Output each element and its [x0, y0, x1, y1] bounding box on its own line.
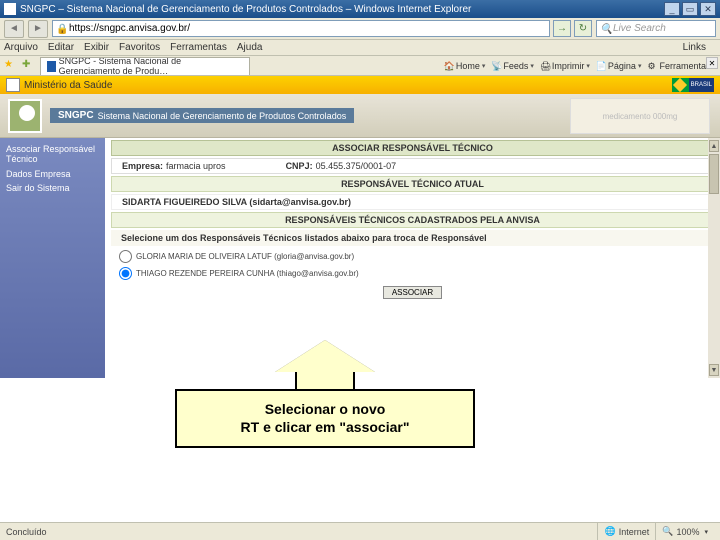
banner-artwork: medicamento 000mg: [570, 98, 710, 134]
page-icon: 📄: [596, 61, 606, 71]
command-bar: 🏠Home▾ 📡Feeds▾ 🖨Imprimir▾ 📄Página▾ ⚙Ferr…: [444, 61, 716, 71]
go-button[interactable]: →: [553, 20, 571, 37]
rt-cadastrados-header: RESPONSÁVEIS TÉCNICOS CADASTRADOS PELA A…: [111, 212, 714, 228]
tab-favicon-icon: [47, 61, 56, 72]
annotation-callout: Selecionar o novo RT e clicar em "associ…: [175, 340, 475, 448]
scroll-down-icon[interactable]: ▼: [709, 364, 719, 376]
window-title: SNGPC – Sistema Nacional de Gerenciament…: [20, 4, 471, 15]
scroll-thumb[interactable]: [709, 154, 719, 194]
sngpc-logo-icon: [8, 99, 42, 133]
app-banner: SNGPC Sistema Nacional de Gerenciamento …: [0, 94, 720, 138]
gov-header: Ministério da Saúde BRASIL: [0, 76, 720, 94]
rt-atual-value: SIDARTA FIGUEIREDO SILVA (sidarta@anvisa…: [111, 194, 714, 210]
lock-icon: 🔒: [56, 24, 66, 34]
scroll-up-icon[interactable]: ▲: [709, 140, 719, 152]
ie-icon: [4, 3, 16, 15]
cmd-page[interactable]: 📄Página▾: [596, 61, 642, 71]
cmd-home[interactable]: 🏠Home▾: [444, 61, 486, 71]
maximize-button[interactable]: ▭: [682, 2, 698, 16]
gov-logo-icon: [6, 78, 20, 92]
menu-ajuda[interactable]: Ajuda: [237, 42, 263, 53]
favorites-star-icon[interactable]: ★: [4, 59, 18, 73]
zoom-icon: 🔍: [662, 526, 673, 537]
arrow-up-icon: [275, 340, 375, 372]
instruction-text: Selecione um dos Responsáveis Técnicos l…: [111, 230, 714, 246]
tab-sngpc[interactable]: SNGPC - Sistema Nacional de Gerenciament…: [40, 57, 250, 75]
add-favorites-icon[interactable]: ✚: [22, 59, 36, 73]
rt-option-0[interactable]: GLORIA MARIA DE OLIVEIRA LATUF (gloria@a…: [105, 248, 720, 265]
menu-bar: Arquivo Editar Exibir Favoritos Ferramen…: [0, 40, 720, 56]
menu-editar[interactable]: Editar: [48, 42, 74, 53]
app-brand: SNGPC Sistema Nacional de Gerenciamento …: [50, 108, 354, 123]
address-input[interactable]: 🔒 https://sngpc.anvisa.gov.br/: [52, 20, 550, 37]
sidebar-item-associar-rt[interactable]: Associar Responsável Técnico: [0, 142, 105, 167]
refresh-button[interactable]: ↻: [574, 20, 592, 37]
forward-button[interactable]: ►: [28, 20, 48, 38]
sidebar-item-sair[interactable]: Sair do Sistema: [0, 181, 105, 195]
menu-arquivo[interactable]: Arquivo: [4, 42, 38, 53]
cmd-print[interactable]: 🖨Imprimir▾: [540, 61, 590, 71]
menu-favoritos[interactable]: Favoritos: [119, 42, 160, 53]
sidebar-item-dados-empresa[interactable]: Dados Empresa: [0, 167, 105, 181]
status-bar: Concluído 🌐 Internet 🔍 100%▾: [0, 522, 720, 540]
rt-radio-1[interactable]: [119, 267, 132, 280]
window-titlebar: SNGPC – Sistema Nacional de Gerenciament…: [0, 0, 720, 18]
tab-row: ★ ✚ SNGPC - Sistema Nacional de Gerencia…: [0, 56, 720, 76]
feeds-icon: 📡: [491, 61, 501, 71]
menu-ferramentas[interactable]: Ferramentas: [170, 42, 227, 53]
address-toolbar: ◄ ► 🔒 https://sngpc.anvisa.gov.br/ → ↻ 🔍…: [0, 18, 720, 40]
status-zoom[interactable]: 🔍 100%▾: [655, 523, 714, 540]
search-input[interactable]: 🔍 Live Search: [596, 20, 716, 37]
brasil-flag-icon: BRASIL: [672, 78, 714, 92]
cmd-feeds[interactable]: 📡Feeds▾: [491, 61, 534, 71]
ministry-label: Ministério da Saúde: [24, 80, 112, 91]
rt-option-1[interactable]: THIAGO REZENDE PEREIRA CUNHA (thiago@anv…: [105, 265, 720, 282]
section-header: ASSOCIAR RESPONSÁVEL TÉCNICO: [111, 140, 714, 156]
associar-button[interactable]: ASSOCIAR: [383, 286, 442, 299]
content-scrollbar[interactable]: ▲ ▼: [708, 138, 720, 378]
back-button[interactable]: ◄: [4, 20, 24, 38]
home-icon: 🏠: [444, 61, 454, 71]
tab-label: SNGPC - Sistema Nacional de Gerenciament…: [59, 57, 243, 75]
internet-icon: 🌐: [604, 526, 615, 537]
url-text: https://sngpc.anvisa.gov.br/: [69, 23, 190, 34]
status-zone: 🌐 Internet: [597, 523, 655, 540]
rt-radio-0[interactable]: [119, 250, 132, 263]
status-text: Concluído: [6, 527, 47, 537]
menu-exibir[interactable]: Exibir: [84, 42, 109, 53]
minimize-button[interactable]: _: [664, 2, 680, 16]
print-icon: 🖨: [540, 61, 550, 71]
callout-box: Selecionar o novo RT e clicar em "associ…: [175, 389, 475, 448]
close-tabs-button[interactable]: ✕: [706, 57, 718, 69]
rt-atual-header: RESPONSÁVEL TÉCNICO ATUAL: [111, 176, 714, 192]
company-info-bar: Empresa:farmacia upros CNPJ:05.455.375/0…: [111, 158, 714, 174]
search-placeholder: Live Search: [613, 23, 666, 34]
gear-icon: ⚙: [647, 61, 657, 71]
sidebar: Associar Responsável Técnico Dados Empre…: [0, 138, 105, 378]
close-button[interactable]: ✕: [700, 2, 716, 16]
search-icon: 🔍: [600, 24, 610, 34]
links-label[interactable]: Links: [683, 42, 706, 53]
